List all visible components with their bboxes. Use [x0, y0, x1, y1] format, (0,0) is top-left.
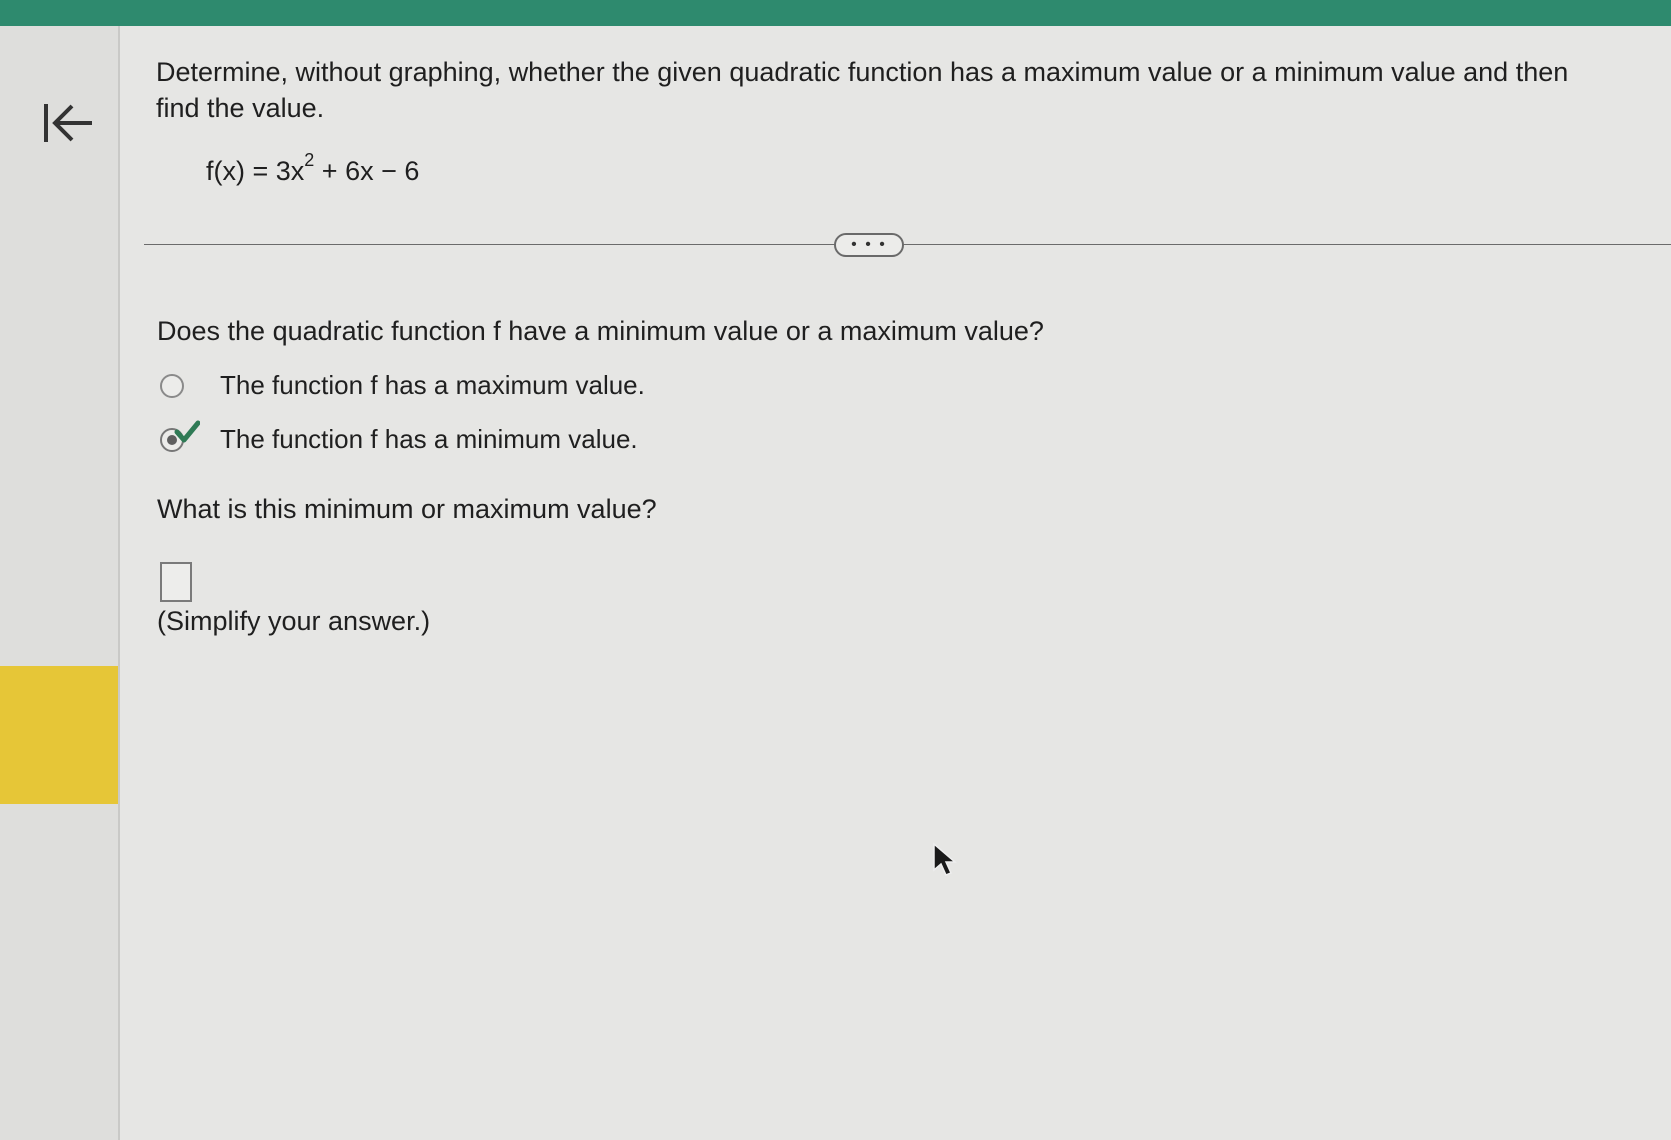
expand-more-button[interactable]: • • •	[834, 233, 904, 257]
option-label-maximum: The function f has a maximum value.	[220, 370, 645, 400]
simplify-hint: (Simplify your answer.)	[157, 606, 431, 636]
radio-button-minimum[interactable]	[160, 420, 200, 452]
quadratic-formula: f(x) = 3x2 + 6x − 6	[206, 150, 420, 187]
check-mark-icon	[174, 420, 200, 442]
formula-rhs: + 6x − 6	[314, 156, 420, 186]
answer-input-box[interactable]	[160, 562, 192, 602]
top-bar	[0, 0, 1671, 26]
sidebar-current-marker	[0, 666, 118, 804]
mouse-pointer-icon	[933, 842, 958, 876]
left-sidebar	[0, 26, 120, 1140]
section-divider	[144, 244, 1671, 245]
question-panel: Determine, without graphing, whether the…	[120, 26, 1671, 1140]
back-to-start-button[interactable]	[40, 98, 100, 148]
problem-instruction: Determine, without graphing, whether the…	[156, 57, 1569, 123]
back-to-start-icon	[44, 104, 92, 142]
question-value: What is this minimum or maximum value?	[157, 494, 657, 524]
formula-lhs: f(x) = 3x	[206, 156, 305, 186]
option-maximum[interactable]: The function f has a maximum value.	[160, 370, 645, 401]
question-min-or-max: Does the quadratic function f have a min…	[157, 316, 1044, 346]
option-minimum[interactable]: The function f has a minimum value.	[160, 420, 638, 455]
formula-exponent: 2	[304, 150, 315, 170]
option-label-minimum: The function f has a minimum value.	[220, 424, 638, 454]
radio-button-maximum[interactable]	[160, 373, 184, 398]
